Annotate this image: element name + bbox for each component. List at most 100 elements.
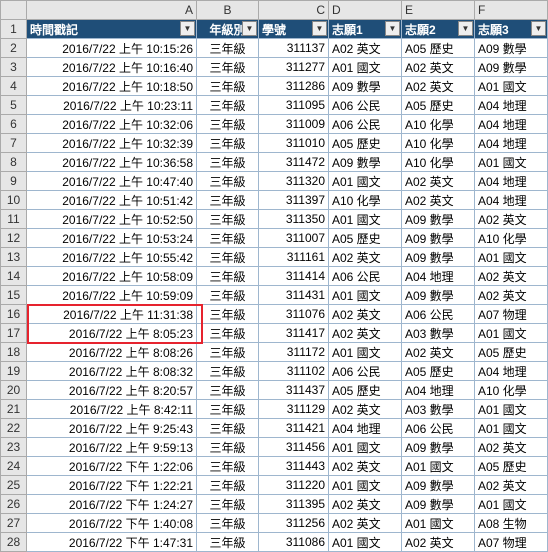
cell[interactable]: A05 歷史 xyxy=(329,134,402,153)
cell[interactable]: 三年級 xyxy=(197,438,259,457)
filter-icon[interactable]: ▼ xyxy=(242,21,257,36)
cell[interactable]: A04 地理 xyxy=(475,362,548,381)
cell[interactable]: 2016/7/22 上午 10:23:11 xyxy=(27,96,197,115)
cell[interactable]: A03 數學 xyxy=(402,400,475,419)
cell[interactable]: 311256 xyxy=(259,514,329,533)
cell[interactable]: A09 數學 xyxy=(475,58,548,77)
cell[interactable]: 三年級 xyxy=(197,286,259,305)
cell[interactable]: 311086 xyxy=(259,533,329,552)
cell[interactable]: 2016/7/22 上午 10:55:42 xyxy=(27,248,197,267)
cell[interactable]: A01 國文 xyxy=(402,514,475,533)
cell[interactable]: 2016/7/22 上午 10:32:39 xyxy=(27,134,197,153)
cell[interactable]: 2016/7/22 上午 10:16:40 xyxy=(27,58,197,77)
cell[interactable]: 2016/7/22 下午 1:47:31 xyxy=(27,533,197,552)
cell[interactable]: A05 歷史 xyxy=(402,96,475,115)
cell[interactable]: 2016/7/22 上午 10:15:26 xyxy=(27,39,197,58)
cell[interactable]: A06 公民 xyxy=(329,96,402,115)
cell[interactable]: 2016/7/22 下午 1:22:21 xyxy=(27,476,197,495)
cell[interactable]: A01 國文 xyxy=(329,286,402,305)
cell[interactable]: A10 化學 xyxy=(402,153,475,172)
cell[interactable]: A09 數學 xyxy=(402,210,475,229)
header-grade[interactable]: 年級別 ▼ xyxy=(197,20,259,39)
cell[interactable]: 三年級 xyxy=(197,191,259,210)
cell[interactable]: A04 地理 xyxy=(475,96,548,115)
cell[interactable]: A01 國文 xyxy=(475,248,548,267)
cell[interactable]: A01 國文 xyxy=(475,324,548,343)
cell[interactable]: 三年級 xyxy=(197,381,259,400)
cell[interactable]: A02 英文 xyxy=(402,343,475,362)
cell[interactable]: A09 數學 xyxy=(402,248,475,267)
row-number[interactable]: 10 xyxy=(1,191,27,210)
cell[interactable]: 三年級 xyxy=(197,305,259,324)
cell[interactable]: A03 數學 xyxy=(402,324,475,343)
cell[interactable]: A05 歷史 xyxy=(329,381,402,400)
cell[interactable]: 2016/7/22 下午 1:40:08 xyxy=(27,514,197,533)
cell[interactable]: 三年級 xyxy=(197,457,259,476)
cell[interactable]: A02 英文 xyxy=(475,267,548,286)
spreadsheet-table[interactable]: A B C D E F 1 時間戳記 ▼ 年級別 ▼ 學號 ▼ 志願1 ▼ xyxy=(0,0,548,552)
cell[interactable]: 2016/7/22 上午 10:47:40 xyxy=(27,172,197,191)
cell[interactable]: A04 地理 xyxy=(475,191,548,210)
cell[interactable]: 2016/7/22 上午 8:08:32 xyxy=(27,362,197,381)
row-number[interactable]: 19 xyxy=(1,362,27,381)
cell[interactable]: 三年級 xyxy=(197,495,259,514)
row-number[interactable]: 9 xyxy=(1,172,27,191)
cell[interactable]: 311456 xyxy=(259,438,329,457)
cell[interactable]: A01 國文 xyxy=(475,400,548,419)
cell[interactable]: 三年級 xyxy=(197,419,259,438)
cell[interactable]: 2016/7/22 上午 10:53:24 xyxy=(27,229,197,248)
cell[interactable]: 311010 xyxy=(259,134,329,153)
col-header-E[interactable]: E xyxy=(402,1,475,20)
cell[interactable]: 311161 xyxy=(259,248,329,267)
cell[interactable]: A01 國文 xyxy=(329,476,402,495)
cell[interactable]: A09 數學 xyxy=(402,438,475,457)
col-header-F[interactable]: F xyxy=(475,1,548,20)
cell[interactable]: 三年級 xyxy=(197,96,259,115)
header-wish3[interactable]: 志願3 ▼ xyxy=(475,20,548,39)
cell[interactable]: 311437 xyxy=(259,381,329,400)
cell[interactable]: 311414 xyxy=(259,267,329,286)
cell[interactable]: 2016/7/22 上午 10:18:50 xyxy=(27,77,197,96)
cell[interactable]: A02 英文 xyxy=(402,191,475,210)
corner-cell[interactable] xyxy=(1,1,27,20)
cell[interactable]: 311472 xyxy=(259,153,329,172)
row-number[interactable]: 17 xyxy=(1,324,27,343)
cell[interactable]: 2016/7/22 上午 10:52:50 xyxy=(27,210,197,229)
cell[interactable]: A06 公民 xyxy=(402,419,475,438)
cell[interactable]: 2016/7/22 上午 11:31:38 xyxy=(27,305,197,324)
cell[interactable]: A01 國文 xyxy=(329,438,402,457)
cell[interactable]: 311431 xyxy=(259,286,329,305)
cell[interactable]: 2016/7/22 上午 10:51:42 xyxy=(27,191,197,210)
cell[interactable]: 三年級 xyxy=(197,476,259,495)
cell[interactable]: 三年級 xyxy=(197,362,259,381)
row-number-1[interactable]: 1 xyxy=(1,20,27,39)
cell[interactable]: A02 英文 xyxy=(329,457,402,476)
cell[interactable]: A06 公民 xyxy=(329,115,402,134)
cell[interactable]: A06 公民 xyxy=(402,305,475,324)
cell[interactable]: 2016/7/22 下午 1:24:27 xyxy=(27,495,197,514)
cell[interactable]: A07 物理 xyxy=(475,533,548,552)
cell[interactable]: 2016/7/22 上午 9:59:13 xyxy=(27,438,197,457)
row-number[interactable]: 18 xyxy=(1,343,27,362)
cell[interactable]: A01 國文 xyxy=(475,153,548,172)
cell[interactable]: A09 數學 xyxy=(329,153,402,172)
header-wish1[interactable]: 志願1 ▼ xyxy=(329,20,402,39)
cell[interactable]: 2016/7/22 上午 10:36:58 xyxy=(27,153,197,172)
cell[interactable]: 311350 xyxy=(259,210,329,229)
cell[interactable]: A02 英文 xyxy=(402,533,475,552)
cell[interactable]: A05 歷史 xyxy=(402,39,475,58)
cell[interactable]: A02 英文 xyxy=(475,438,548,457)
cell[interactable]: 311443 xyxy=(259,457,329,476)
cell[interactable]: 三年級 xyxy=(197,58,259,77)
cell[interactable]: 311102 xyxy=(259,362,329,381)
row-number[interactable]: 20 xyxy=(1,381,27,400)
cell[interactable]: 311320 xyxy=(259,172,329,191)
cell[interactable]: 311417 xyxy=(259,324,329,343)
row-number[interactable]: 14 xyxy=(1,267,27,286)
cell[interactable]: 三年級 xyxy=(197,153,259,172)
cell[interactable]: 311172 xyxy=(259,343,329,362)
filter-icon[interactable]: ▼ xyxy=(531,21,546,36)
cell[interactable]: A02 英文 xyxy=(329,39,402,58)
cell[interactable]: A10 化學 xyxy=(475,381,548,400)
row-number[interactable]: 15 xyxy=(1,286,27,305)
